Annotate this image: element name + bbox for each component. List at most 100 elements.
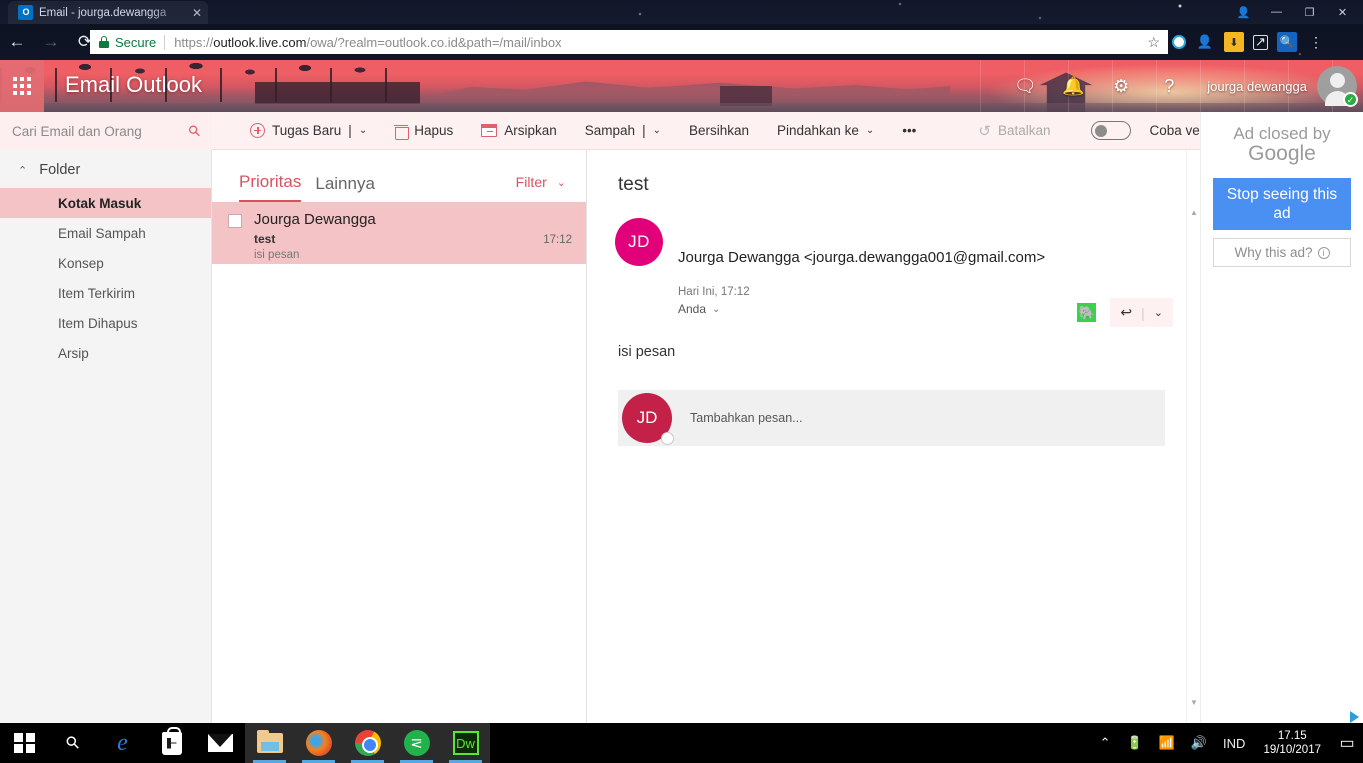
window-close-button[interactable]: ✕ <box>1326 1 1359 23</box>
chevron-down-icon[interactable]: ⌄ <box>866 125 874 136</box>
mail-taskbar-button[interactable] <box>196 723 245 763</box>
chevron-down-icon[interactable]: ⌄ <box>359 125 367 136</box>
url-host: outlook.live.com <box>213 34 307 50</box>
flash-extension-icon[interactable] <box>1172 35 1186 49</box>
filter-button[interactable]: Filter ⌄ <box>516 174 566 190</box>
firefox-icon <box>305 730 332 756</box>
person-extension-icon[interactable]: 👤 <box>1195 32 1215 52</box>
url-text: https://outlook.live.com/owa/?realm=outl… <box>174 35 561 50</box>
search-input[interactable] <box>12 123 189 139</box>
windows-taskbar: ⚲ e ⋜ Dw ⌃ 🔋 📶 🔊 IND 17.15 19/10/2017 ▭ <box>0 723 1363 763</box>
store-taskbar-button[interactable] <box>147 723 196 763</box>
toggle-switch[interactable] <box>1090 121 1131 140</box>
chevron-down-icon[interactable]: ⌄ <box>712 304 720 315</box>
reading-pane: test JD Jourga Dewangga <jourga.dewangga… <box>587 150 1200 763</box>
undo-button[interactable]: ↺ Batalkan <box>964 112 1064 150</box>
browser-tab[interactable]: O Email - jourga.dewangga ✕ <box>8 1 208 24</box>
sidebar-item-email-sampah[interactable]: Email Sampah <box>0 218 211 248</box>
new-task-button[interactable]: Tugas Baru | ⌄ <box>236 112 381 150</box>
dreamweaver-taskbar-button[interactable]: Dw <box>441 723 490 763</box>
chrome-menu-icon[interactable]: ⋮ <box>1306 32 1326 52</box>
sender-avatar: JD <box>615 218 663 266</box>
user-name-label[interactable]: jourga dewangga <box>1193 79 1317 94</box>
inline-reply-box[interactable]: JD Tambahkan pesan... <box>618 390 1165 446</box>
message-checkbox[interactable] <box>228 214 242 228</box>
avatar[interactable]: ✓ <box>1317 66 1358 107</box>
move-to-button[interactable]: Pindahkan ke ⌄ <box>763 112 888 150</box>
window-maximize-button[interactable]: ❐ <box>1293 1 1326 23</box>
clock[interactable]: 17.15 19/10/2017 <box>1253 729 1331 757</box>
chevron-down-icon[interactable]: ⌄ <box>1154 306 1163 319</box>
more-commands-button[interactable]: ••• <box>888 112 930 150</box>
why-this-ad-button[interactable]: Why this ad? i <box>1213 238 1351 267</box>
bell-icon[interactable]: 🔔 <box>1049 60 1097 112</box>
reply-actions-group[interactable]: ↩ | ⌄ <box>1110 298 1173 327</box>
sidebar-item-kotak-masuk[interactable]: Kotak Masuk <box>0 188 211 218</box>
app-launcher-button[interactable] <box>0 60 44 112</box>
reply-placeholder[interactable]: Tambahkan pesan... <box>690 411 803 425</box>
window-user-icon[interactable]: 👤 <box>1227 1 1260 23</box>
file-explorer-taskbar-button[interactable] <box>245 723 294 763</box>
chevron-up-icon[interactable]: ⌃ <box>18 164 27 177</box>
gear-icon[interactable]: ⚙ <box>1097 60 1145 112</box>
window-minimize-button[interactable]: — <box>1260 1 1293 23</box>
address-bar[interactable]: Secure https://outlook.live.com/owa/?rea… <box>90 30 1168 54</box>
battery-icon[interactable]: 🔋 <box>1118 735 1150 751</box>
archive-button[interactable]: Arsipkan <box>467 112 571 150</box>
delete-button[interactable]: Hapus <box>381 112 467 150</box>
screen: O Email - jourga.dewangga ✕ 👤 — ❐ ✕ ← → … <box>0 0 1363 763</box>
sidebar-item-item-dihapus[interactable]: Item Dihapus <box>0 308 211 338</box>
folder-section-label: Folder <box>39 162 81 178</box>
forward-button[interactable]: → <box>34 25 68 59</box>
tab-close-icon[interactable]: ✕ <box>192 6 202 20</box>
junk-button[interactable]: Sampah | ⌄ <box>571 112 675 150</box>
scroll-up-arrow-icon[interactable]: ▲ <box>1187 208 1201 217</box>
search-box[interactable]: ⚲ <box>0 112 212 150</box>
screen-capture-extension-icon[interactable]: ↗ <box>1253 34 1268 50</box>
wifi-icon[interactable]: 📶 <box>1151 735 1183 751</box>
chevron-down-icon[interactable]: ⌄ <box>653 125 661 136</box>
search-icon: ⚲ <box>62 731 85 754</box>
chrome-taskbar-button[interactable] <box>343 723 392 763</box>
evernote-clipper-icon[interactable]: 🐘 <box>1077 303 1097 322</box>
taskbar-search-button[interactable]: ⚲ <box>49 723 98 763</box>
message-sender: Jourga Dewangga <box>254 211 376 228</box>
edge-taskbar-button[interactable]: e <box>98 723 147 763</box>
email-subject: test <box>618 174 649 195</box>
reply-avatar-initials: JD <box>636 408 658 427</box>
smadav-taskbar-button[interactable]: ⋜ <box>392 723 441 763</box>
tab-lainnya[interactable]: Lainnya <box>315 174 375 202</box>
archive-label: Arsipkan <box>504 123 557 138</box>
reply-icon[interactable]: ↩ <box>1120 304 1132 321</box>
action-center-icon[interactable]: ▭ <box>1331 733 1363 753</box>
reading-pane-scrollbar[interactable]: ▲ ▼ <box>1186 150 1200 763</box>
edge-icon: e <box>117 729 128 756</box>
chrome-icon <box>354 730 381 756</box>
stop-seeing-this-ad-button[interactable]: Stop seeing this ad <box>1213 178 1351 230</box>
list-item[interactable]: Jourga Dewangga test isi pesan 17:12 <box>212 202 586 264</box>
scroll-down-arrow-icon[interactable]: ▼ <box>1187 698 1201 707</box>
search-extension-icon[interactable]: 🔍 <box>1277 32 1297 52</box>
downloader-extension-icon[interactable]: ⬇ <box>1224 32 1244 52</box>
bookmark-star-icon[interactable]: ☆ <box>1147 34 1160 51</box>
help-icon[interactable]: ? <box>1145 60 1193 112</box>
action-divider: | <box>1141 304 1145 321</box>
skype-icon[interactable]: 🗨 <box>1001 60 1049 112</box>
sidebar-item-arsip[interactable]: Arsip <box>0 338 211 368</box>
omnibox-divider <box>164 34 166 50</box>
volume-icon[interactable]: 🔊 <box>1183 735 1215 751</box>
start-button[interactable] <box>0 723 49 763</box>
back-button[interactable]: ← <box>0 25 34 59</box>
message-preview: isi pesan <box>254 249 300 261</box>
folder-section-header[interactable]: ⌃ Folder <box>0 150 211 188</box>
sweep-button[interactable]: Bersihkan <box>675 112 763 150</box>
tab-prioritas[interactable]: Prioritas <box>239 172 302 202</box>
sidebar-item-item-terkirim[interactable]: Item Terkirim <box>0 278 211 308</box>
sidebar-item-konsep[interactable]: Konsep <box>0 248 211 278</box>
tray-chevron-up-icon[interactable]: ⌃ <box>1092 735 1119 751</box>
adchoices-icon[interactable] <box>1350 711 1359 723</box>
language-indicator[interactable]: IND <box>1215 736 1253 751</box>
firefox-taskbar-button[interactable] <box>294 723 343 763</box>
archive-icon <box>481 124 498 137</box>
filter-label: Filter <box>515 174 547 190</box>
